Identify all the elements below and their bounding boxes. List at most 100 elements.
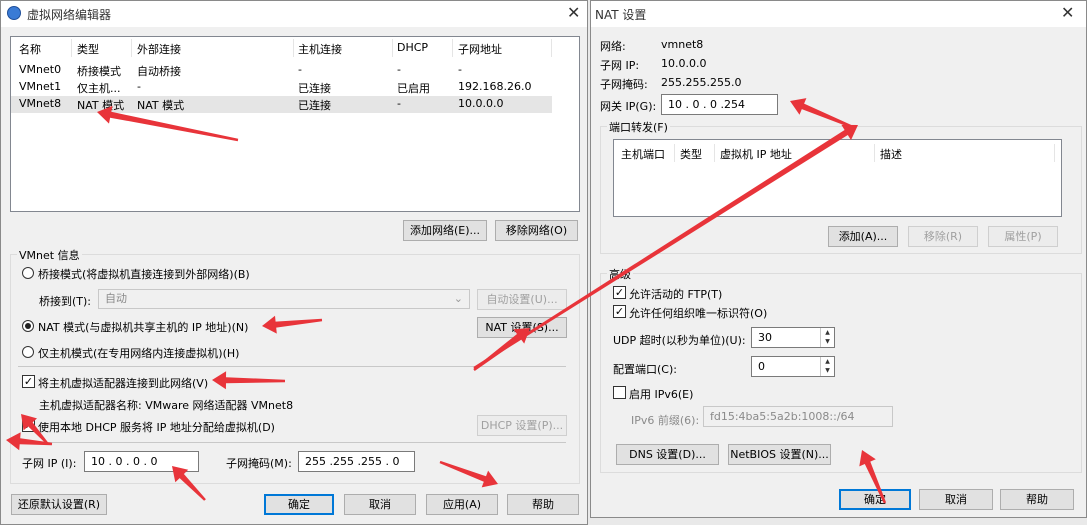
bridge-mode-label[interactable]: 桥接模式(将虚拟机直接连接到外部网络)(B) (38, 266, 250, 282)
vne-cancel-button[interactable]: 取消 (344, 494, 416, 515)
table-row[interactable]: VMnet0 桥接模式 自动桥接 - - - (11, 63, 579, 79)
bridge-to-select[interactable]: 自动 ⌄ (98, 289, 470, 309)
nat-close-icon[interactable]: ✕ (1061, 3, 1074, 23)
spin-up-icon[interactable]: ▲ (820, 328, 834, 337)
network-label: 网络: (600, 40, 626, 53)
table-row-selected[interactable]: VMnet8 NAT 模式 NAT 模式 已连接 - 10.0.0.0 (11, 96, 552, 113)
bridge-to-value: 自动 (105, 292, 127, 305)
col-header-type[interactable]: 类型 (77, 41, 99, 57)
pf-col-type[interactable]: 类型 (680, 146, 702, 162)
divider (18, 442, 566, 443)
nat-ok-button[interactable]: 确定 (839, 489, 911, 510)
ipv6-prefix-field[interactable]: fd15:4ba5:5a2b:1008::/64 (703, 406, 893, 427)
vne-titlebar[interactable]: 虚拟网络编辑器 ✕ (1, 1, 587, 27)
subnet-mask-value: 255.255.255.0 (661, 76, 742, 89)
add-network-button[interactable]: 添加网络(E)... (403, 220, 487, 241)
network-list[interactable]: 名称 类型 外部连接 主机连接 DHCP 子网地址 VMnet0 桥接模式 自动… (10, 36, 580, 212)
pf-col-host-port[interactable]: 主机端口 (621, 146, 665, 162)
use-dhcp-checkbox[interactable]: ✓ (22, 419, 35, 432)
nat-cancel-button[interactable]: 取消 (919, 489, 993, 510)
gateway-label: 网关 IP(G): (600, 100, 657, 113)
allow-ftp-label[interactable]: 允许活动的 FTP(T) (629, 286, 722, 302)
config-port-label: 配置端口(C): (613, 363, 677, 376)
nat-mode-label[interactable]: NAT 模式(与虚拟机共享主机的 IP 地址)(N) (38, 319, 248, 335)
connect-adapter-checkbox[interactable]: ✓ (22, 375, 35, 388)
row-cell: 自动桥接 (137, 65, 181, 78)
dns-settings-button[interactable]: DNS 设置(D)... (616, 444, 719, 465)
subnet-ip-label: 子网 IP (I): (22, 457, 77, 470)
bridge-mode-radio[interactable] (22, 267, 34, 279)
row-cell: - (298, 63, 302, 76)
use-dhcp-label[interactable]: 使用本地 DHCP 服务将 IP 地址分配给虚拟机(D) (38, 419, 275, 435)
spin-down-icon[interactable]: ▼ (820, 337, 834, 347)
subnet-mask-label: 子网掩码(M): (226, 457, 292, 470)
col-header-external[interactable]: 外部连接 (137, 41, 181, 57)
col-header-name[interactable]: 名称 (19, 41, 41, 57)
vne-close-icon[interactable]: ✕ (567, 3, 580, 23)
network-globe-icon (7, 6, 21, 20)
spin-down-icon[interactable]: ▼ (820, 366, 834, 376)
pf-col-desc[interactable]: 描述 (880, 146, 902, 162)
row-cell: - (397, 97, 401, 110)
nat-settings-button[interactable]: NAT 设置(S)... (477, 317, 567, 338)
row-cell: 仅主机... (77, 82, 121, 95)
subnet-mask-field[interactable]: 255 .255 .255 . 0 (298, 451, 415, 472)
auto-settings-button[interactable]: 自动设置(U)... (477, 289, 567, 310)
pf-add-button[interactable]: 添加(A)... (828, 226, 898, 247)
ipv6-prefix-label: IPv6 前缀(6): (631, 414, 700, 427)
row-cell: 已连接 (298, 82, 331, 95)
advanced-title: 高级 (607, 266, 633, 282)
remove-network-button[interactable]: 移除网络(O) (495, 220, 578, 241)
subnet-ip-label: 子网 IP: (600, 59, 640, 72)
nat-settings-window: NAT 设置 ✕ 网络: vmnet8 子网 IP: 10.0.0.0 子网掩码… (590, 0, 1087, 518)
gateway-ip-field[interactable]: 10 . 0 . 0 .254 (661, 94, 778, 115)
row-cell: VMnet1 (19, 80, 62, 93)
pf-properties-button[interactable]: 属性(P) (988, 226, 1058, 247)
enable-ipv6-label[interactable]: 启用 IPv6(E) (629, 386, 693, 402)
enable-ipv6-checkbox[interactable] (613, 386, 626, 399)
chevron-down-icon: ⌄ (453, 292, 463, 305)
nat-title: NAT 设置 (595, 8, 647, 22)
nat-titlebar[interactable]: NAT 设置 ✕ (591, 1, 1086, 27)
netbios-settings-button[interactable]: NetBIOS 设置(N)... (728, 444, 831, 465)
row-cell: 已连接 (298, 99, 331, 112)
col-header-dhcp[interactable]: DHCP (397, 41, 428, 54)
pf-col-vm-ip[interactable]: 虚拟机 IP 地址 (720, 146, 792, 162)
vmnet-info-title: VMnet 信息 (17, 247, 82, 263)
col-header-host[interactable]: 主机连接 (298, 41, 342, 57)
subnet-ip-field[interactable]: 10 . 0 . 0 . 0 (84, 451, 199, 472)
vne-apply-button[interactable]: 应用(A) (426, 494, 498, 515)
pf-remove-button[interactable]: 移除(R) (908, 226, 978, 247)
table-row[interactable]: VMnet1 仅主机... - 已连接 已启用 192.168.26.0 (11, 80, 579, 96)
vne-ok-button[interactable]: 确定 (264, 494, 334, 515)
row-cell: NAT 模式 (77, 99, 125, 112)
config-port-stepper[interactable]: 0 ▲ ▼ (751, 356, 835, 377)
row-cell: 桥接模式 (77, 65, 121, 78)
row-cell: - (458, 63, 462, 76)
restore-default-button[interactable]: 还原默认设置(R) (11, 494, 107, 515)
host-only-label[interactable]: 仅主机模式(在专用网络内连接虚拟机)(H) (38, 345, 239, 361)
row-cell: - (397, 63, 401, 76)
connect-adapter-label[interactable]: 将主机虚拟适配器连接到此网络(V) (38, 375, 208, 391)
dhcp-settings-button[interactable]: DHCP 设置(P)... (477, 415, 567, 436)
spin-up-icon[interactable]: ▲ (820, 357, 834, 366)
port-forwarding-list[interactable]: 主机端口 类型 虚拟机 IP 地址 描述 (613, 139, 1062, 217)
col-header-subnet[interactable]: 子网地址 (458, 41, 502, 57)
row-cell: 已启用 (397, 82, 430, 95)
udp-timeout-label: UDP 超时(以秒为单位)(U): (613, 334, 746, 347)
nat-mode-radio[interactable] (22, 320, 34, 332)
allow-ftp-checkbox[interactable]: ✓ (613, 286, 626, 299)
subnet-ip-value: 10.0.0.0 (661, 57, 707, 70)
nat-help-button[interactable]: 帮助 (1000, 489, 1074, 510)
row-cell: VMnet8 (19, 97, 62, 110)
allow-oui-checkbox[interactable]: ✓ (613, 305, 626, 318)
divider (18, 366, 566, 367)
udp-timeout-stepper[interactable]: 30 ▲ ▼ (751, 327, 835, 348)
port-forwarding-title: 端口转发(F) (607, 119, 670, 135)
subnet-mask-label: 子网掩码: (600, 78, 648, 91)
allow-oui-label[interactable]: 允许任何组织唯一标识符(O) (629, 305, 767, 321)
vne-help-button[interactable]: 帮助 (507, 494, 579, 515)
vne-title: 虚拟网络编辑器 (27, 8, 112, 22)
row-cell: 10.0.0.0 (458, 97, 504, 110)
host-only-radio[interactable] (22, 346, 34, 358)
